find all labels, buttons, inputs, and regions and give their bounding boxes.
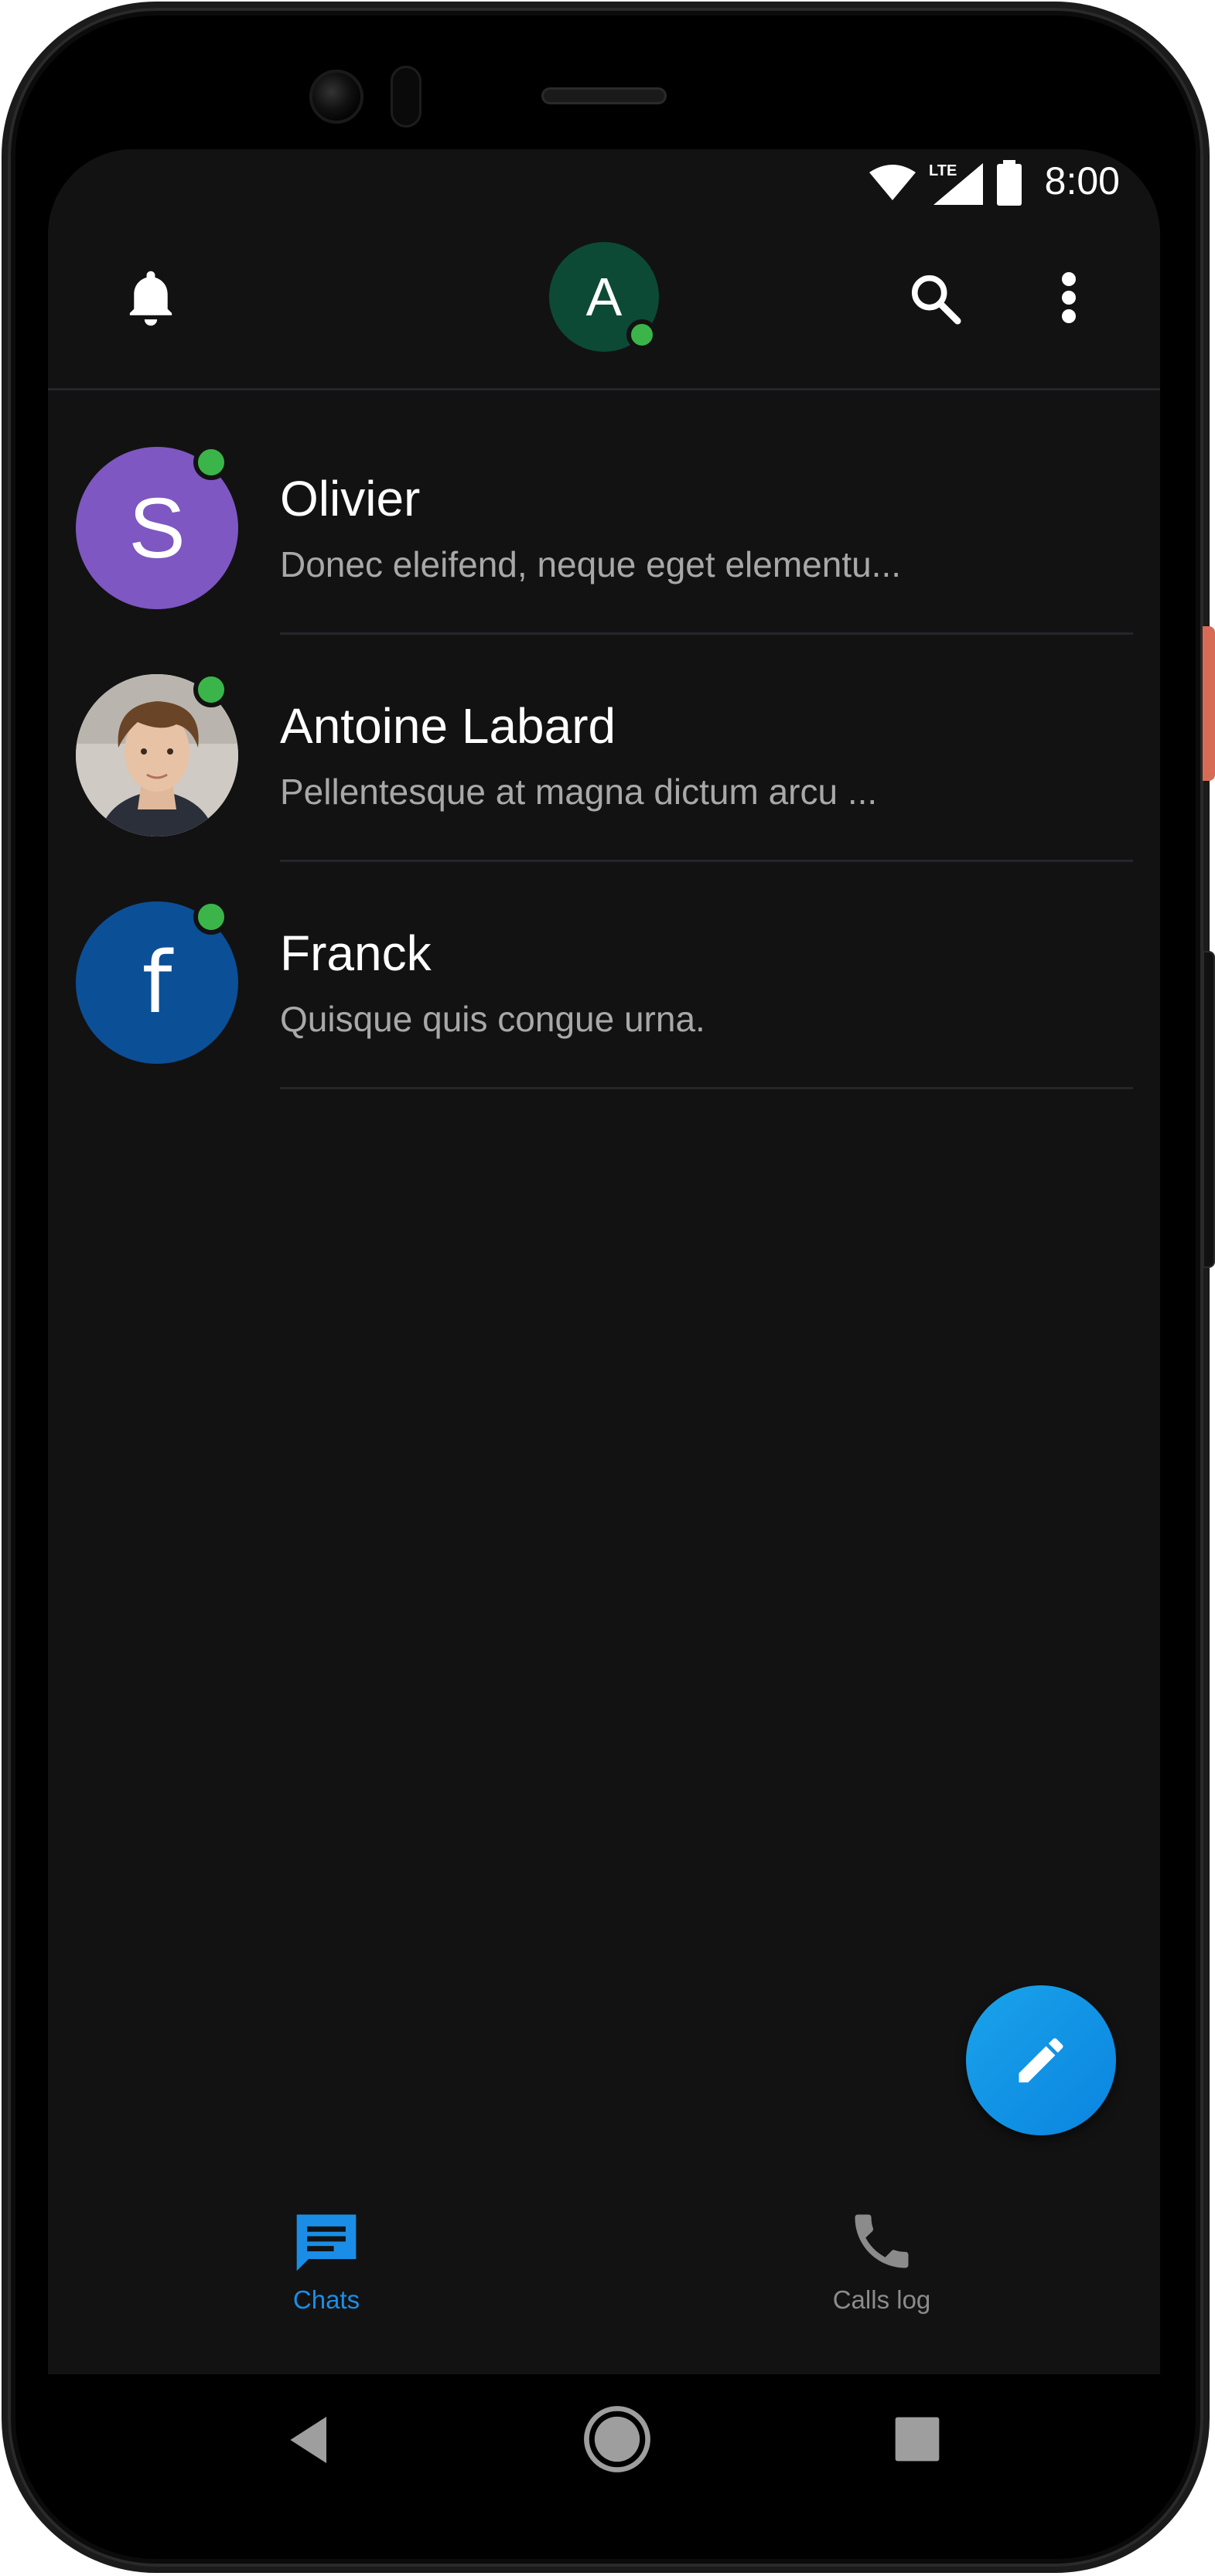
app-screen: LTE 8:00 A S Olivier Donec eleifend, neq… — [48, 149, 1160, 2374]
lte-signal-icon: LTE — [929, 162, 983, 205]
battery-icon — [997, 160, 1022, 206]
power-button — [1203, 626, 1215, 781]
chat-name: Franck — [280, 925, 432, 981]
status-bar: LTE 8:00 — [48, 149, 1160, 219]
search-icon[interactable] — [908, 271, 962, 325]
chat-icon — [296, 2214, 357, 2271]
lte-label: LTE — [929, 162, 957, 179]
recents-icon[interactable] — [891, 2413, 944, 2465]
avatar-letter: S — [128, 480, 186, 576]
chat-name: Olivier — [280, 471, 421, 526]
bottom-navigation: Chats Calls log — [48, 2190, 1160, 2374]
account-initial: A — [585, 267, 623, 327]
avatar-letter: f — [142, 933, 172, 1032]
chat-preview: Quisque quis congue urna. — [280, 999, 705, 1039]
tab-calls-log-label: Calls log — [832, 2285, 931, 2314]
earpiece-speaker — [541, 87, 667, 104]
chat-item-franck[interactable]: f Franck Quisque quis congue urna. — [48, 840, 1160, 1089]
wifi-icon — [869, 165, 916, 200]
online-indicator — [193, 672, 229, 707]
volume-button — [1203, 951, 1215, 1268]
front-camera — [309, 70, 363, 124]
system-navigation-bar — [48, 2374, 1160, 2506]
compose-button[interactable] — [966, 1985, 1116, 2135]
chat-item-olivier[interactable]: S Olivier Donec eleifend, neque eget ele… — [48, 385, 1160, 635]
tab-chats[interactable]: Chats — [210, 2206, 442, 2315]
bell-icon[interactable] — [125, 269, 176, 328]
chat-name: Antoine Labard — [280, 698, 616, 754]
pencil-icon — [1019, 2038, 1063, 2083]
app-bar: A — [48, 219, 1160, 390]
chat-preview: Donec eleifend, neque eget elementu... — [280, 544, 902, 584]
back-icon[interactable] — [280, 2409, 342, 2471]
proximity-sensor — [391, 66, 421, 128]
account-online-indicator — [626, 319, 657, 350]
status-time: 8:00 — [1044, 159, 1120, 203]
online-indicator — [193, 445, 229, 480]
phone-icon — [855, 2214, 909, 2268]
chat-item-antoine-labard[interactable]: Antoine Labard Pellentesque at magna dic… — [48, 612, 1160, 862]
tab-chats-label: Chats — [292, 2285, 360, 2314]
tab-calls-log[interactable]: Calls log — [766, 2206, 998, 2315]
more-vert-icon[interactable] — [1057, 270, 1080, 325]
chat-preview: Pellentesque at magna dictum arcu ... — [280, 772, 878, 812]
home-icon[interactable] — [578, 2401, 656, 2478]
online-indicator — [193, 899, 229, 935]
divider — [280, 1087, 1133, 1089]
